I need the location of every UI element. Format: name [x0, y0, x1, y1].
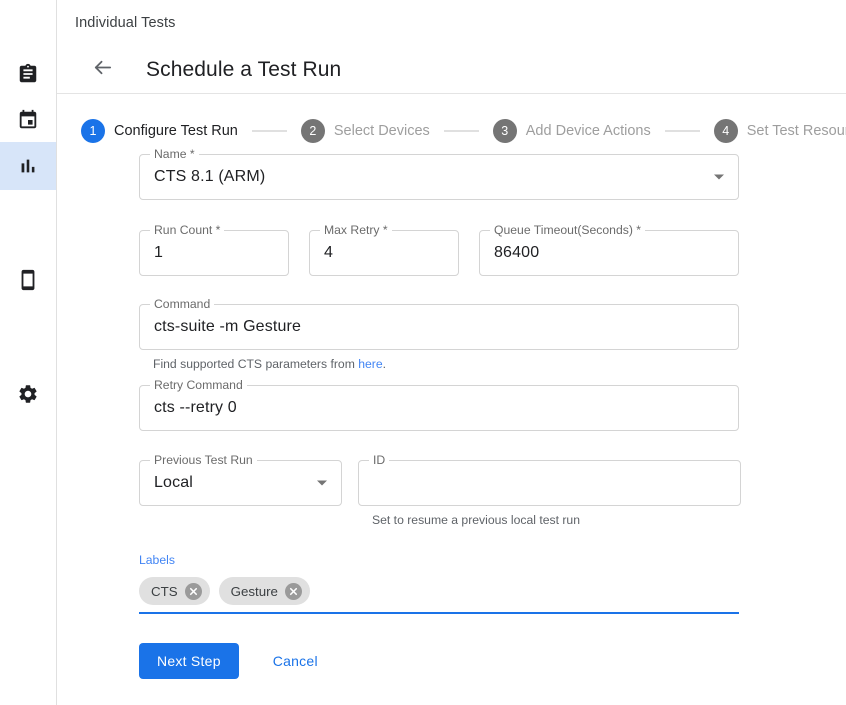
- sidebar-item-devices[interactable]: [0, 256, 56, 304]
- command-value: cts-suite -m Gesture: [154, 318, 301, 336]
- command-hint-period: .: [383, 357, 386, 371]
- queue-timeout-input[interactable]: Queue Timeout(Seconds) * 86400: [479, 230, 739, 276]
- sidebar: [0, 0, 57, 705]
- name-select[interactable]: Name * CTS 8.1 (ARM): [139, 154, 739, 200]
- step-connector: [665, 130, 700, 132]
- step-label: Add Device Actions: [526, 123, 651, 139]
- run-count-value: 1: [154, 244, 163, 262]
- gear-icon: [17, 383, 39, 405]
- stepper: 1 Configure Test Run 2 Select Devices 3 …: [57, 94, 846, 142]
- sidebar-item-test-results[interactable]: [0, 142, 56, 190]
- sidebar-item-test-plans[interactable]: [0, 96, 56, 144]
- id-label: ID: [369, 453, 389, 467]
- queue-timeout-field[interactable]: Queue Timeout(Seconds) * 86400: [479, 230, 739, 276]
- name-label: Name *: [150, 147, 199, 161]
- app-root: Individual Tests Schedule a Test Run 1 C…: [0, 0, 846, 705]
- previous-test-run-label: Previous Test Run: [150, 453, 257, 467]
- name-value: CTS 8.1 (ARM): [154, 168, 265, 186]
- smartphone-icon: [17, 269, 39, 291]
- sidebar-item-test-suites[interactable]: [0, 50, 56, 98]
- id-input[interactable]: ID: [358, 460, 741, 506]
- retry-command-value: cts --retry 0: [154, 399, 237, 417]
- retry-command-field[interactable]: Retry Command cts --retry 0: [139, 385, 739, 431]
- retry-command-label: Retry Command: [150, 378, 247, 392]
- chip-remove-icon[interactable]: [185, 583, 202, 600]
- run-count-input[interactable]: Run Count * 1: [139, 230, 289, 276]
- page-title: Schedule a Test Run: [146, 58, 341, 82]
- step-connector: [444, 130, 479, 132]
- max-retry-value: 4: [324, 244, 333, 262]
- step-label: Configure Test Run: [114, 123, 238, 139]
- id-field[interactable]: ID Set to resume a previous local test r…: [358, 460, 741, 527]
- cancel-button[interactable]: Cancel: [261, 643, 330, 679]
- numeric-fields-row: Run Count * 1 Max Retry * 4 Queue Timeou…: [139, 200, 846, 276]
- title-row: Schedule a Test Run: [75, 44, 846, 96]
- max-retry-input[interactable]: Max Retry * 4: [309, 230, 459, 276]
- retry-command-input[interactable]: Retry Command cts --retry 0: [139, 385, 739, 431]
- cts-parameters-link[interactable]: here: [358, 357, 382, 371]
- form-actions: Next Step Cancel: [139, 643, 846, 679]
- max-retry-label: Max Retry *: [320, 223, 392, 237]
- previous-test-run-value: Local: [154, 474, 193, 492]
- configure-test-run-form: Name * CTS 8.1 (ARM) Run Count * 1 Max R…: [57, 154, 846, 679]
- queue-timeout-label: Queue Timeout(Seconds) *: [490, 223, 645, 237]
- command-hint: Find supported CTS parameters from here.: [153, 357, 739, 371]
- run-count-label: Run Count *: [150, 223, 224, 237]
- previous-run-row: Previous Test Run Local ID Set to resume…: [139, 431, 846, 527]
- chip-remove-icon[interactable]: [285, 583, 302, 600]
- step-label: Select Devices: [334, 123, 430, 139]
- step-connector: [252, 130, 287, 132]
- previous-test-run-select[interactable]: Previous Test Run Local: [139, 460, 342, 506]
- main-content: Individual Tests Schedule a Test Run 1 C…: [57, 0, 846, 705]
- step-2-select-devices[interactable]: 2 Select Devices: [301, 119, 430, 143]
- step-number: 4: [714, 119, 738, 143]
- chevron-down-icon[interactable]: [714, 175, 724, 180]
- command-field[interactable]: Command cts-suite -m Gesture Find suppor…: [139, 304, 739, 371]
- calendar-icon: [17, 109, 39, 131]
- label-chip[interactable]: CTS: [139, 577, 210, 605]
- step-3-add-device-actions[interactable]: 3 Add Device Actions: [493, 119, 651, 143]
- command-hint-text: Find supported CTS parameters from: [153, 357, 358, 371]
- labels-chip-list[interactable]: CTS Gesture: [139, 577, 739, 614]
- chip-text: Gesture: [231, 584, 278, 599]
- clipboard-icon: [17, 63, 39, 85]
- back-button[interactable]: [85, 53, 119, 87]
- arrow-back-icon: [91, 56, 114, 84]
- queue-timeout-value: 86400: [494, 244, 539, 262]
- sidebar-item-settings[interactable]: [0, 370, 56, 418]
- step-label: Set Test Resources: [747, 123, 846, 139]
- command-label: Command: [150, 297, 214, 311]
- labels-field[interactable]: Labels CTS Gesture: [139, 553, 739, 614]
- next-step-button[interactable]: Next Step: [139, 643, 239, 679]
- step-number: 3: [493, 119, 517, 143]
- previous-test-run-field[interactable]: Previous Test Run Local: [139, 460, 342, 527]
- step-number: 2: [301, 119, 325, 143]
- step-number: 1: [81, 119, 105, 143]
- breadcrumb: Individual Tests: [75, 14, 846, 32]
- id-hint: Set to resume a previous local test run: [372, 513, 741, 527]
- max-retry-field[interactable]: Max Retry * 4: [309, 230, 459, 276]
- command-input[interactable]: Command cts-suite -m Gesture: [139, 304, 739, 350]
- chevron-down-icon[interactable]: [317, 481, 327, 486]
- labels-label: Labels: [139, 553, 739, 567]
- run-count-field[interactable]: Run Count * 1: [139, 230, 289, 276]
- bar-chart-icon: [17, 155, 39, 177]
- name-field[interactable]: Name * CTS 8.1 (ARM): [139, 154, 739, 200]
- step-4-set-test-resources[interactable]: 4 Set Test Resources: [714, 119, 846, 143]
- label-chip[interactable]: Gesture: [219, 577, 310, 605]
- page-header: Individual Tests Schedule a Test Run: [57, 0, 846, 94]
- step-1-configure-test-run[interactable]: 1 Configure Test Run: [81, 119, 238, 143]
- chip-text: CTS: [151, 584, 178, 599]
